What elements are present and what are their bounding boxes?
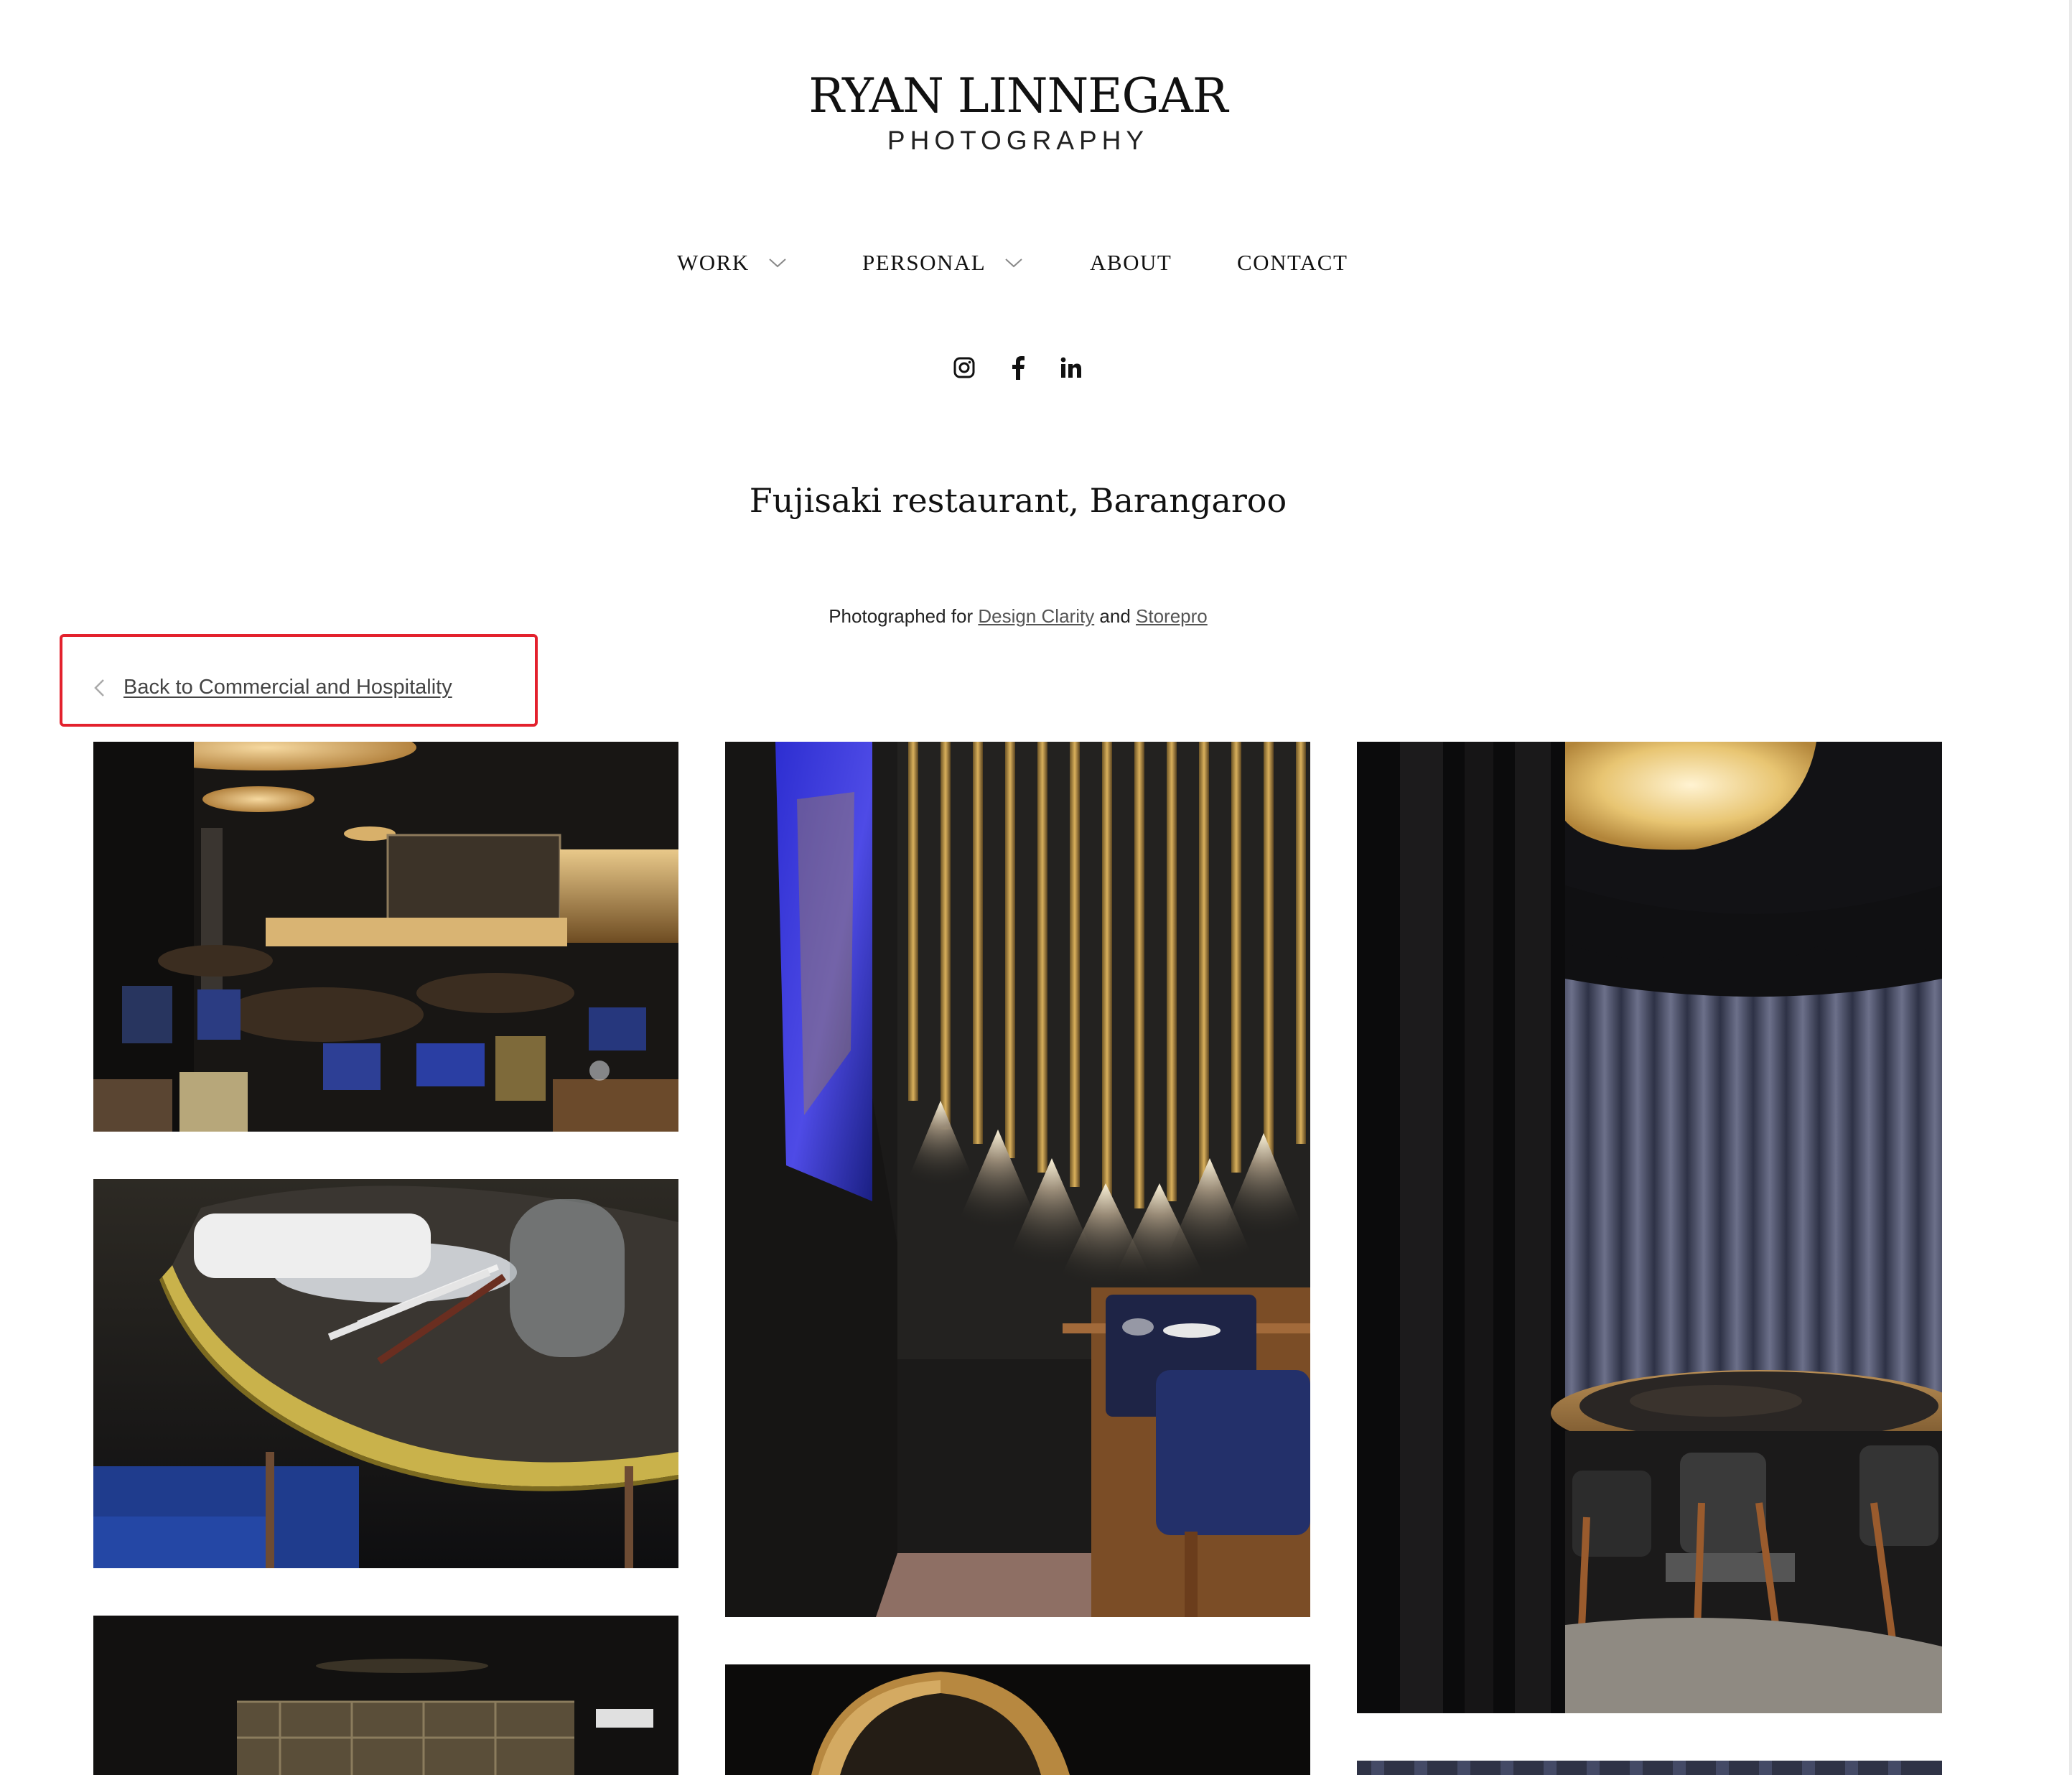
storepro-link[interactable]: Storepro	[1136, 605, 1208, 627]
facebook-icon[interactable]	[1004, 353, 1032, 382]
page-title: Fujisaki restaurant, Barangaroo	[749, 481, 1287, 520]
design-clarity-link[interactable]: Design Clarity	[978, 605, 1094, 627]
back-to-commercial-link[interactable]: Back to Commercial and Hospitality	[92, 676, 452, 699]
caption-text: Photographed for	[829, 605, 979, 627]
gallery-photo-dining-room[interactable]	[93, 742, 678, 1132]
back-link-label: Back to Commercial and Hospitality	[123, 676, 452, 699]
nav-item-label: PERSONAL	[862, 250, 986, 275]
nav-item-label: WORK	[677, 250, 750, 275]
caption-and: and	[1094, 605, 1137, 627]
nav-item-label: ABOUT	[1090, 250, 1172, 275]
chevron-left-icon	[94, 679, 104, 697]
page-caption: Photographed for Design Clarity and Stor…	[0, 605, 2036, 628]
gallery-photo-table-setting[interactable]	[93, 1179, 678, 1568]
gallery-photo-arch-ceiling[interactable]	[725, 1664, 1310, 1775]
scrollbar[interactable]	[2069, 0, 2072, 1775]
gallery-photo-brass-wall[interactable]	[725, 742, 1310, 1617]
main-nav: WORK PERSONAL ABOUT CONTACT	[0, 250, 2036, 284]
nav-item-personal[interactable]: PERSONAL	[862, 250, 1023, 276]
gallery-photo-curtains[interactable]	[1357, 1761, 1942, 1775]
social-links	[0, 353, 2036, 385]
chevron-down-icon	[1005, 258, 1022, 268]
nav-item-label: CONTACT	[1237, 250, 1348, 275]
nav-item-about[interactable]: ABOUT	[1090, 250, 1172, 276]
gallery-photo-private-dining[interactable]	[1357, 742, 1942, 1713]
site-logo[interactable]: RYAN LINNEGAR PHOTOGRAPHY	[0, 69, 2036, 157]
page: RYAN LINNEGAR PHOTOGRAPHY WORK PERSONAL …	[0, 0, 2072, 1775]
linkedin-icon[interactable]	[1057, 353, 1086, 382]
brand-name: RYAN LINNEGAR	[808, 68, 1228, 124]
nav-item-work[interactable]: WORK	[677, 250, 787, 276]
instagram-icon[interactable]	[950, 353, 979, 382]
nav-item-contact[interactable]: CONTACT	[1237, 250, 1348, 276]
brand-subtitle: PHOTOGRAPHY	[887, 126, 1149, 155]
gallery-photo-bar-counter[interactable]	[93, 1616, 678, 1775]
chevron-down-icon	[769, 258, 786, 268]
